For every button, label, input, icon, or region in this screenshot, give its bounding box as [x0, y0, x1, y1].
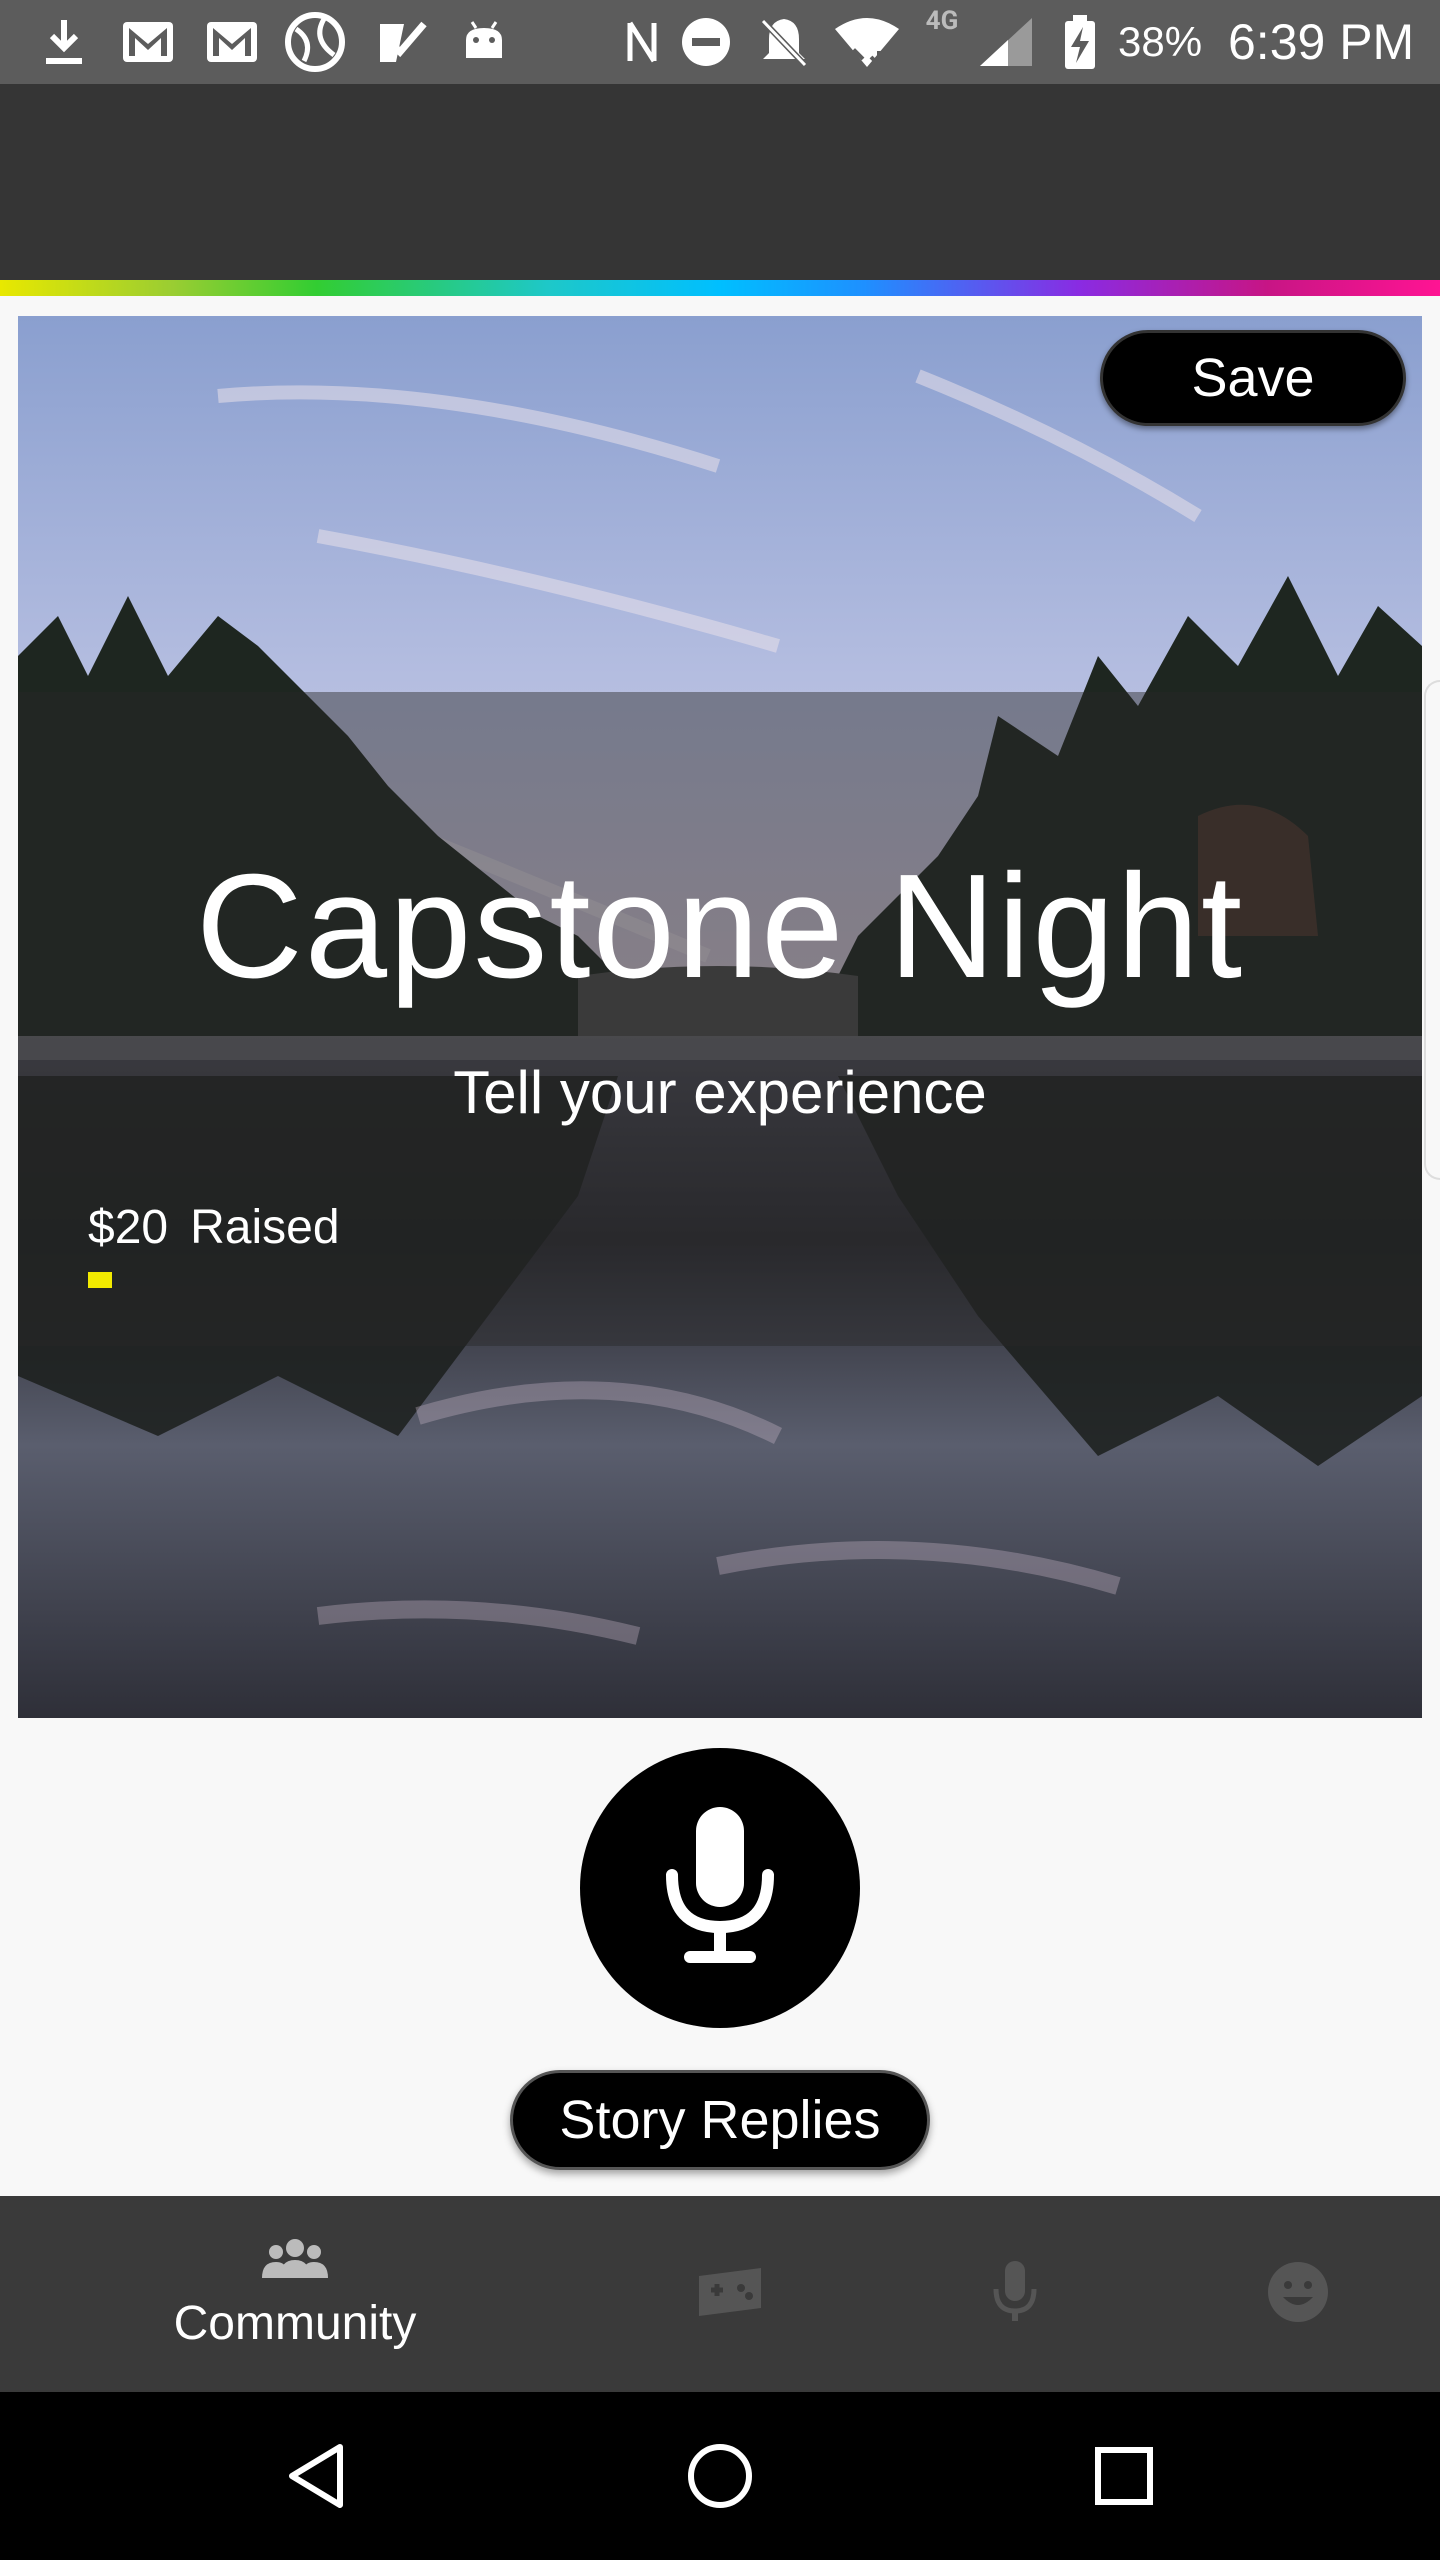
event-info-overlay: Capstone Night Tell your experience $20 …: [18, 692, 1422, 1346]
nav-tab-profile[interactable]: [1218, 2196, 1378, 2392]
raised-progress-bar: [88, 1272, 112, 1288]
wifi-icon: [832, 12, 902, 72]
nav-tab-community[interactable]: Community: [130, 2196, 460, 2392]
gmail-icon: [202, 12, 262, 72]
clock: 6:39 PM: [1228, 14, 1415, 70]
funds-raised: $20 Raised: [88, 1200, 340, 1255]
raised-label: Raised: [190, 1201, 340, 1254]
notifications-off-icon: [756, 12, 812, 72]
event-subtitle-prompt[interactable]: Tell your experience: [18, 1058, 1422, 1127]
do-not-disturb-icon: [678, 12, 734, 72]
edge-drawer-handle[interactable]: [1424, 680, 1440, 1180]
microphone-icon: [658, 1801, 782, 1975]
microphone-icon: [992, 2259, 1038, 2329]
app-bar: [0, 84, 1440, 280]
nav-label-community: Community: [173, 2296, 417, 2350]
event-title: Capstone Night: [195, 844, 1245, 1009]
nav-tab-games[interactable]: [650, 2196, 810, 2392]
nfc-icon: [618, 12, 666, 72]
network-type-label: 4G: [925, 6, 959, 36]
event-hero-image: Capstone Night Tell your experience $20 …: [18, 316, 1422, 1718]
system-navigation-bar: [0, 2392, 1440, 2560]
raised-amount: $20: [88, 1201, 169, 1254]
smiley-icon: [1267, 2261, 1329, 2327]
nav-tab-record[interactable]: [935, 2196, 1095, 2392]
download-icon: [36, 12, 92, 72]
save-button[interactable]: Save: [1100, 330, 1406, 426]
home-icon[interactable]: [640, 2392, 800, 2560]
recents-icon[interactable]: [1044, 2392, 1204, 2560]
battery-percent: 38%: [1118, 18, 1203, 65]
check-badge-icon: [372, 12, 432, 72]
bottom-navigation: Community: [0, 2196, 1440, 2392]
back-icon[interactable]: [236, 2392, 396, 2560]
android-icon: [456, 12, 512, 72]
games-icon: [697, 2266, 763, 2322]
community-icon: [262, 2238, 328, 2282]
gmail-icon: [118, 12, 178, 72]
record-story-button[interactable]: [580, 1748, 860, 2028]
globe-icon: [282, 12, 348, 72]
status-bar: 4G 38% 6:39 PM: [0, 0, 1440, 84]
signal-icon: [976, 12, 1036, 72]
battery-charging-icon: [1058, 12, 1102, 72]
story-replies-button[interactable]: Story Replies: [510, 2070, 930, 2170]
rainbow-divider: [0, 280, 1440, 296]
